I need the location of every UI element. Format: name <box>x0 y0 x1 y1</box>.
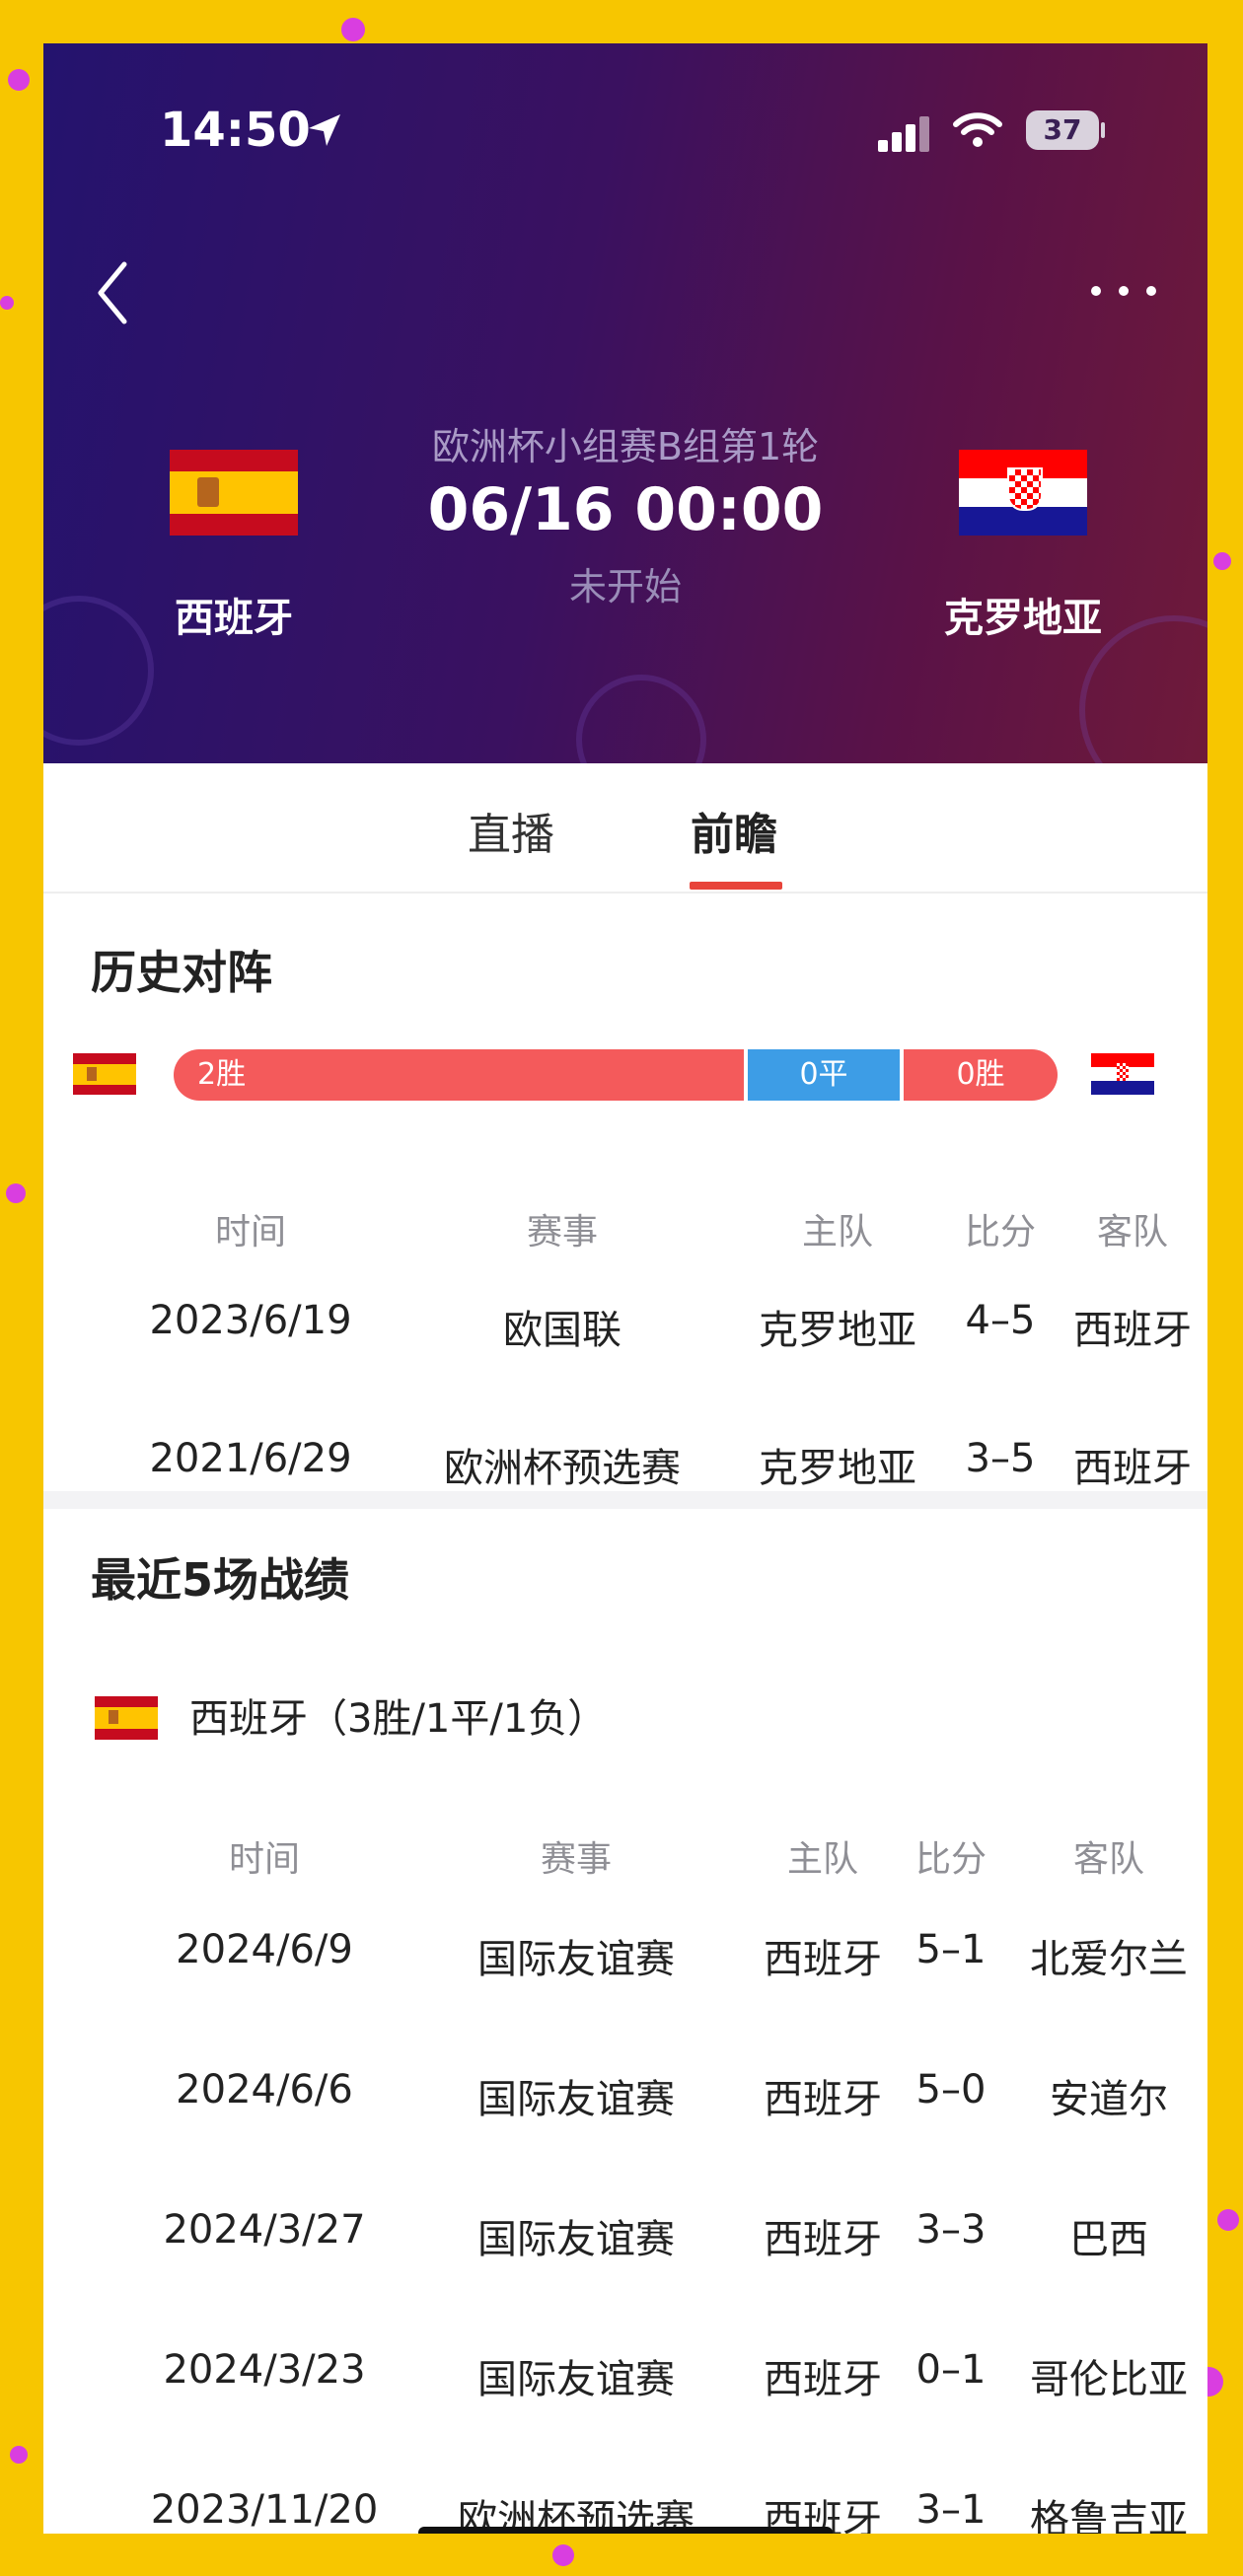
spain-flag-small <box>95 1696 158 1740</box>
status-bar: 14:50 37 <box>43 103 1207 162</box>
tab-bar: 直播 前瞻 <box>43 763 1207 894</box>
background-dot <box>1213 552 1231 570</box>
recent-row-date: 2024/3/23 <box>163 2347 366 2393</box>
head-to-head-bar: 2胜 0平 0胜 <box>174 1049 1058 1101</box>
spain-flag <box>170 450 298 536</box>
recent-row-date: 2023/11/20 <box>150 2487 379 2533</box>
recent-row-away: 安道尔 <box>1050 2077 1168 2122</box>
h2h-row-date: 2021/6/29 <box>149 1436 352 1481</box>
recent-row-away: 北爱尔兰 <box>1030 1937 1188 1982</box>
tab-live[interactable]: 直播 <box>468 799 554 862</box>
recent-row-date: 2024/3/27 <box>163 2207 366 2253</box>
more-button[interactable] <box>1091 282 1160 302</box>
h2h-row-date: 2023/6/19 <box>149 1298 352 1343</box>
column-header-date: 时间 <box>214 1212 286 1252</box>
wifi-icon <box>953 110 1002 154</box>
team-form-summary: 西班牙（3胜/1平/1负） <box>189 1696 608 1742</box>
tab-preview[interactable]: 前瞻 <box>691 799 777 862</box>
recent-row-competition: 国际友谊赛 <box>477 2217 675 2262</box>
battery-cap <box>1101 122 1105 138</box>
croatia-flag <box>959 450 1087 536</box>
head-to-head-title: 历史对阵 <box>91 946 272 999</box>
h2h-row-away: 西班牙 <box>1073 1308 1192 1353</box>
background-dot <box>0 296 14 310</box>
losses-segment: 0胜 <box>904 1049 1058 1101</box>
recent-row-date: 2024/6/9 <box>176 1927 353 1972</box>
match-header: 14:50 37 西班牙 欧洲杯小组赛B组第1轮 06/16 00:00 未开始… <box>43 43 1207 763</box>
background-dot <box>552 2544 574 2566</box>
cellular-signal-icon <box>878 112 937 152</box>
h2h-row-away: 西班牙 <box>1073 1446 1192 1491</box>
recent-row-date: 2024/6/6 <box>176 2067 353 2112</box>
home-indicator[interactable] <box>418 2527 833 2534</box>
column-header-competition: 赛事 <box>526 1212 598 1252</box>
recent-row-competition: 国际友谊赛 <box>477 2357 675 2402</box>
back-button[interactable] <box>93 258 132 327</box>
h2h-row-competition: 欧国联 <box>503 1308 622 1353</box>
column-header-away: 客队 <box>1096 1212 1168 1252</box>
more-dots-icon <box>1146 286 1156 296</box>
phone-screen: 14:50 37 西班牙 欧洲杯小组赛B组第1轮 06/16 00:00 未开始… <box>43 43 1207 2534</box>
background-dot <box>341 18 365 41</box>
more-dots-icon <box>1091 286 1101 296</box>
column-header-date: 时间 <box>228 1839 300 1880</box>
wins-segment: 2胜 <box>174 1049 744 1101</box>
status-time: 14:50 <box>160 103 311 158</box>
recent-row-competition: 国际友谊赛 <box>477 2077 675 2122</box>
location-arrow-icon <box>305 110 344 154</box>
recent-row-away: 巴西 <box>1069 2217 1148 2262</box>
background-dot <box>1217 2209 1239 2231</box>
background-dot <box>8 69 30 91</box>
recent-form-title: 最近5场战绩 <box>91 1553 350 1607</box>
away-team-name: 克罗地亚 <box>944 596 1102 641</box>
decor-ring <box>576 675 706 763</box>
recent-row-competition: 国际友谊赛 <box>477 1937 675 1982</box>
chevron-left-icon <box>98 261 127 324</box>
column-header-competition: 赛事 <box>540 1839 612 1880</box>
match-status: 未开始 <box>568 565 682 608</box>
spain-flag-small <box>73 1053 136 1095</box>
recent-row-away: 格鲁吉亚 <box>1030 2497 1188 2534</box>
background-dot <box>6 1183 26 1203</box>
recent-row-away: 哥伦比亚 <box>1030 2357 1188 2402</box>
match-datetime: 06/16 00:00 <box>427 475 824 544</box>
battery-icon: 37 <box>1026 110 1099 150</box>
background-dot <box>10 2446 28 2464</box>
column-header-away: 客队 <box>1072 1839 1144 1880</box>
h2h-row-competition: 欧洲杯预选赛 <box>444 1446 681 1491</box>
more-dots-icon <box>1119 286 1129 296</box>
section-divider <box>43 1491 1207 1509</box>
croatia-flag-small <box>1091 1053 1154 1095</box>
home-team-name: 西班牙 <box>175 596 293 641</box>
active-tab-indicator <box>690 882 782 890</box>
match-stage: 欧洲杯小组赛B组第1轮 <box>431 425 820 468</box>
draws-segment: 0平 <box>748 1049 900 1101</box>
